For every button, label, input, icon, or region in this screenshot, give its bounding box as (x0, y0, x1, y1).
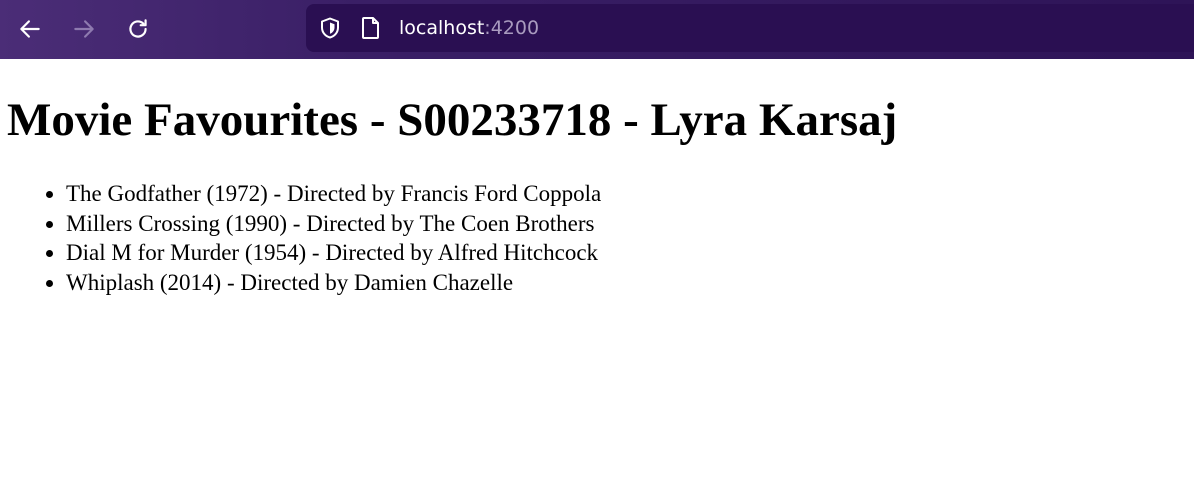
movie-item: The Godfather (1972) - Directed by Franc… (66, 179, 601, 209)
movie-item: Whiplash (2014) - Directed by Damien Cha… (66, 268, 601, 298)
page-content: Movie Favourites - S00233718 - Lyra Kars… (0, 59, 1194, 493)
page-title: Movie Favourites - S00233718 - Lyra Kars… (7, 94, 898, 146)
reload-button[interactable] (121, 12, 155, 46)
movie-item: Millers Crossing (1990) - Directed by Th… (66, 209, 601, 239)
movie-item: Dial M for Murder (1954) - Directed by A… (66, 238, 601, 268)
back-button[interactable] (13, 12, 47, 46)
page-icon[interactable] (360, 16, 382, 40)
url-port: :4200 (484, 17, 540, 39)
address-bar[interactable]: localhost:4200 (306, 4, 1194, 52)
arrow-left-icon (20, 20, 40, 38)
url-text[interactable]: localhost:4200 (399, 16, 539, 40)
movie-list: The Godfather (1972) - Directed by Franc… (26, 179, 601, 297)
browser-toolbar: localhost:4200 (0, 0, 1194, 59)
arrow-right-icon (74, 20, 94, 38)
url-host: localhost (399, 17, 485, 39)
shield-icon[interactable] (318, 16, 342, 40)
reload-icon (129, 19, 147, 38)
forward-button[interactable] (67, 12, 101, 46)
